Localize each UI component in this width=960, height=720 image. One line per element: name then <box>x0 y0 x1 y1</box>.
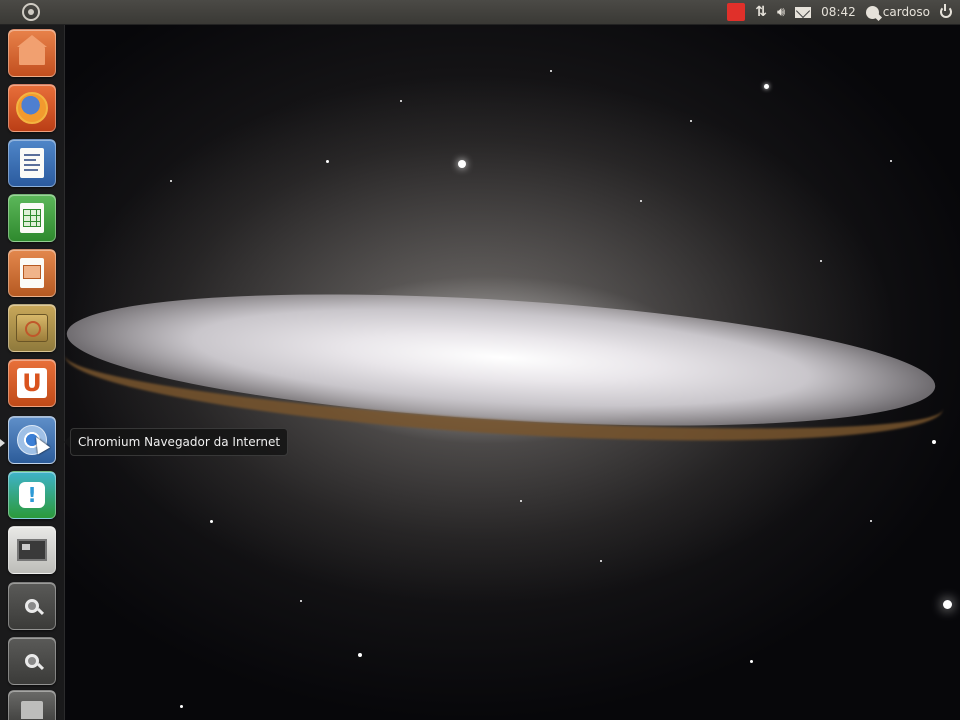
clock-indicator[interactable]: 08:42 <box>821 3 856 21</box>
launcher-item-applications-lens[interactable] <box>8 582 56 630</box>
speaker-icon: 🔊︎ <box>776 4 786 20</box>
trash-icon <box>21 700 43 719</box>
launcher-item-workspace-switcher[interactable] <box>8 526 56 574</box>
star <box>180 705 183 708</box>
launcher-item-gwibber[interactable]: ! <box>8 471 56 519</box>
star <box>640 200 642 202</box>
network-indicator[interactable]: ⇅ <box>755 3 767 21</box>
envelope-icon <box>795 6 812 18</box>
launcher-item-home-folder[interactable] <box>8 29 56 77</box>
launcher-item-software-center[interactable] <box>8 304 56 352</box>
gwibber-icon: ! <box>19 482 45 508</box>
star <box>400 100 402 102</box>
applications-lens-icon <box>25 599 39 613</box>
star <box>170 180 172 182</box>
active-app-pip <box>0 439 5 447</box>
session-indicator[interactable] <box>940 3 952 21</box>
launcher-item-calc[interactable] <box>8 194 56 242</box>
username-label: cardoso <box>882 5 930 19</box>
red-square-icon <box>727 3 746 21</box>
launcher-item-ubuntu-one[interactable]: U <box>8 359 56 407</box>
indicator-area: ⇅ 🔊︎ 08:42 cardoso <box>727 3 952 21</box>
user-indicator[interactable]: cardoso <box>865 3 930 21</box>
network-arrows-icon: ⇅ <box>755 4 767 20</box>
libreoffice-writer-icon <box>20 148 44 178</box>
star <box>870 520 872 522</box>
power-icon <box>940 4 952 18</box>
launcher-item-firefox[interactable] <box>8 84 56 132</box>
launcher-tooltip: Chromium Navegador da Internet <box>63 428 289 456</box>
star <box>326 160 329 163</box>
star <box>550 70 552 72</box>
launcher-item-writer[interactable] <box>8 139 56 187</box>
workspace-switcher-icon <box>17 539 47 561</box>
desktop-wallpaper <box>0 0 960 720</box>
star <box>943 600 952 609</box>
star <box>932 440 936 444</box>
files-lens-icon <box>25 654 39 668</box>
launcher-item-files-lens[interactable] <box>8 637 56 685</box>
star <box>358 653 362 657</box>
star <box>300 600 302 602</box>
star <box>764 84 769 89</box>
star <box>690 120 692 122</box>
messaging-indicator[interactable] <box>795 3 812 21</box>
libreoffice-impress-icon <box>20 258 44 288</box>
star <box>210 520 213 523</box>
ubuntu-logo-icon[interactable] <box>22 3 40 21</box>
launcher-item-trash[interactable] <box>8 690 56 720</box>
ubuntu-one-icon: U <box>17 368 47 398</box>
notification-indicator[interactable] <box>727 3 746 21</box>
firefox-icon <box>16 92 48 124</box>
software-center-icon <box>16 314 48 342</box>
launcher-item-impress[interactable] <box>8 249 56 297</box>
unity-launcher: U ! <box>0 25 65 720</box>
star <box>750 660 753 663</box>
libreoffice-calc-icon <box>20 203 44 233</box>
top-panel: ⇅ 🔊︎ 08:42 cardoso <box>0 0 960 25</box>
star <box>890 160 892 162</box>
star <box>820 260 822 262</box>
clock-label: 08:42 <box>821 5 856 19</box>
star <box>600 560 602 562</box>
star <box>520 500 522 502</box>
home-folder-icon <box>17 35 47 65</box>
star <box>458 160 466 168</box>
chat-status-icon <box>865 5 879 19</box>
sound-indicator[interactable]: 🔊︎ <box>777 3 785 21</box>
